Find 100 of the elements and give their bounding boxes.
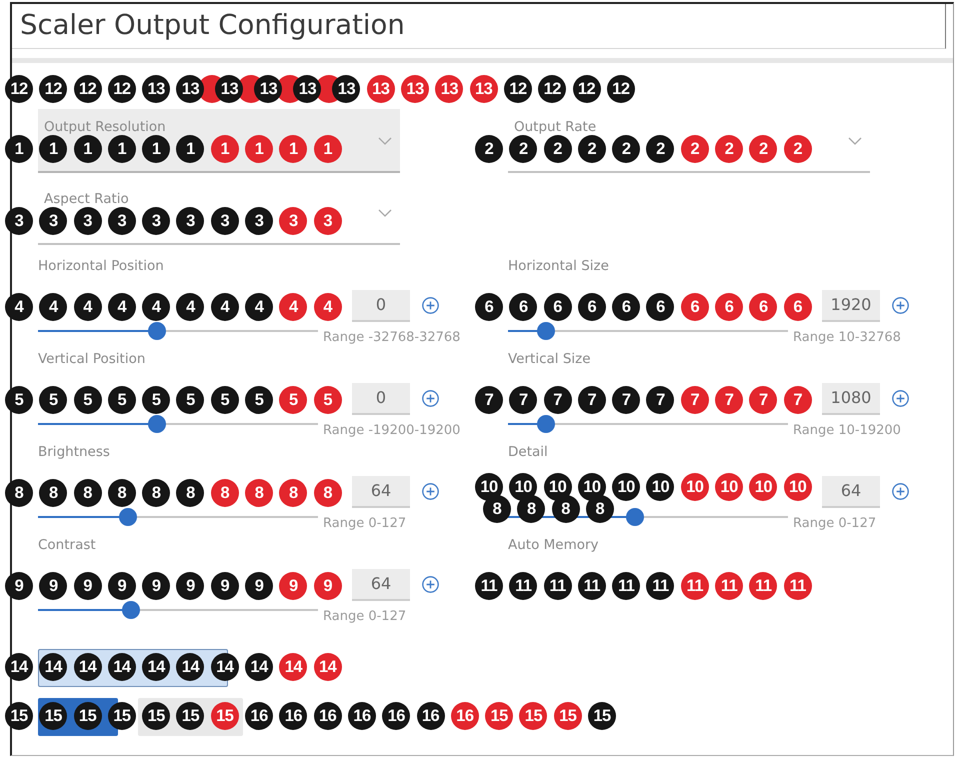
number-badge: 8 — [314, 479, 342, 507]
slider-thumb[interactable] — [119, 508, 138, 526]
number-badge: 11 — [646, 572, 674, 600]
number-badge: 14 — [314, 653, 342, 681]
range-hint: Range 0-127 — [323, 516, 406, 532]
number-badge: 5 — [245, 386, 274, 414]
slider-thumb[interactable] — [148, 415, 166, 433]
slider-thumb[interactable] — [148, 322, 166, 340]
plus-circle-icon[interactable] — [422, 483, 439, 500]
number-badge: 8 — [74, 479, 102, 507]
field-label: Auto Memory — [508, 536, 599, 554]
slider-track[interactable] — [38, 601, 318, 619]
number-badge: 3 — [279, 207, 308, 235]
number-badge: 13 — [366, 75, 395, 103]
slider-thumb[interactable] — [122, 601, 140, 619]
plus-circle-icon[interactable] — [892, 483, 909, 500]
number-badge: 9 — [245, 572, 274, 600]
number-field[interactable]: 0 — [352, 290, 410, 322]
number-badge: 7 — [646, 386, 674, 414]
chevron-down-icon — [848, 137, 862, 145]
number-badge: 8 — [176, 479, 204, 507]
number-badge: 5 — [279, 386, 308, 414]
range-hint: Range 0-127 — [793, 516, 876, 532]
number-badge: 6 — [784, 293, 812, 321]
number-badge: 6 — [715, 293, 744, 321]
plus-circle-icon[interactable] — [892, 297, 909, 314]
slider-thumb[interactable] — [626, 508, 644, 526]
number-badge: 12 — [108, 75, 136, 103]
number-badge: 10 — [578, 473, 606, 501]
number-badge: 16 — [279, 702, 308, 730]
range-hint: Range 10-19200 — [793, 423, 901, 439]
number-field[interactable]: 0 — [352, 383, 410, 415]
number-field[interactable]: 64 — [822, 476, 880, 508]
number-badge: 11 — [680, 572, 709, 600]
number-badge: 2 — [715, 135, 744, 163]
number-badge: 6 — [612, 293, 640, 321]
number-badge: 10 — [715, 473, 744, 501]
number-badge: 4 — [176, 293, 204, 321]
number-badge: 2 — [612, 135, 640, 163]
number-badge: 9 — [74, 572, 102, 600]
number-badge: 9 — [279, 572, 308, 600]
slider-thumb[interactable] — [536, 415, 555, 433]
number-badge: 16 — [450, 702, 479, 730]
number-badge: 12 — [74, 75, 102, 103]
plus-circle-icon[interactable] — [892, 390, 909, 407]
slider-track[interactable] — [38, 415, 318, 433]
number-field[interactable]: 1920 — [822, 290, 880, 322]
number-badge: 4 — [142, 293, 170, 321]
number-badge: 7 — [784, 386, 812, 414]
number-badge: 15 — [588, 702, 616, 730]
slider-thumb[interactable] — [536, 322, 555, 340]
slider-track[interactable] — [508, 415, 788, 433]
range-hint: Range 10-32768 — [793, 330, 901, 346]
slider-track[interactable] — [508, 322, 788, 340]
number-badge: 11 — [509, 572, 538, 600]
number-badge: 11 — [749, 572, 778, 600]
number-badge: 9 — [176, 572, 204, 600]
field-label: Contrast — [38, 536, 96, 554]
number-field[interactable]: 64 — [352, 476, 410, 508]
number-badge: 4 — [5, 293, 33, 321]
number-badge: 12 — [606, 75, 635, 103]
page-title: Scaler Output Configuration — [19, 8, 406, 43]
plus-circle-icon[interactable] — [422, 297, 439, 314]
number-badge: 10 — [680, 473, 709, 501]
slider-track[interactable] — [38, 322, 318, 340]
range-hint: Range -32768-32768 — [323, 330, 460, 346]
number-badge: 8 — [279, 479, 308, 507]
number-badge: 6 — [680, 293, 709, 321]
field-label: Vertical Position — [38, 350, 146, 368]
number-badge: 3 — [74, 207, 102, 235]
number-badge: 8 — [39, 479, 68, 507]
number-badge: 15 — [5, 702, 33, 730]
number-badge: 7 — [509, 386, 538, 414]
number-badge: 8 — [586, 495, 614, 523]
plus-circle-icon[interactable] — [422, 576, 439, 593]
number-badge: 6 — [578, 293, 606, 321]
number-badge: 2 — [784, 135, 812, 163]
number-badge: 3 — [210, 207, 239, 235]
number-badge: 12 — [538, 75, 566, 103]
range-hint: Range 0-127 — [323, 609, 406, 625]
number-badge: 3 — [245, 207, 274, 235]
number-badge: 11 — [578, 572, 606, 600]
number-field[interactable]: 1080 — [822, 383, 880, 415]
number-badge: 8 — [483, 495, 511, 523]
number-badge: 1 — [5, 135, 33, 163]
number-badge: 13 — [332, 75, 360, 103]
number-badge: 14 — [279, 653, 308, 681]
number-badge: 16 — [382, 702, 410, 730]
number-badge: 5 — [5, 386, 33, 414]
slider-track[interactable] — [38, 508, 318, 526]
number-badge: 11 — [715, 572, 744, 600]
number-badge: 15 — [554, 702, 582, 730]
number-badge: 11 — [612, 572, 640, 600]
field-label: Horizontal Size — [508, 257, 609, 275]
field-label: Brightness — [38, 443, 110, 461]
number-badge: 2 — [544, 135, 572, 163]
number-badge: 8 — [517, 495, 546, 523]
number-badge: 9 — [39, 572, 68, 600]
number-field[interactable]: 64 — [352, 569, 410, 601]
plus-circle-icon[interactable] — [422, 390, 439, 407]
